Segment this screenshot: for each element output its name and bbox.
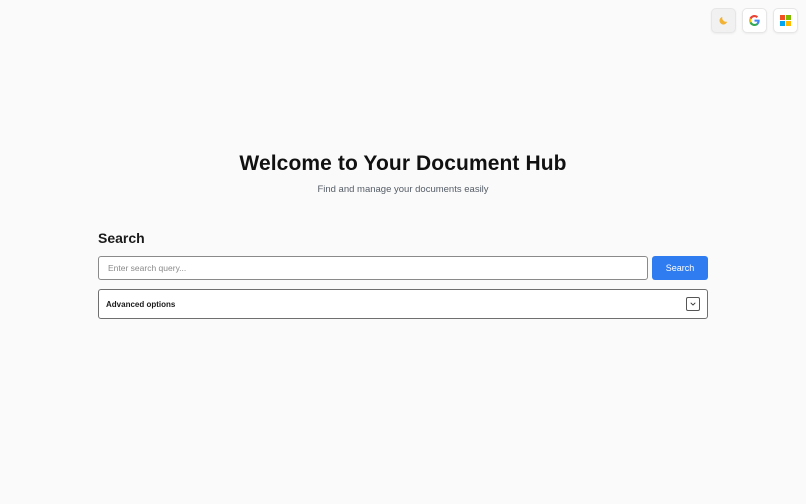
search-input[interactable]	[98, 256, 648, 280]
advanced-options-label: Advanced options	[106, 299, 176, 309]
google-icon	[749, 15, 760, 26]
microsoft-signin-button[interactable]	[773, 8, 798, 33]
page: Welcome to Your Document Hub Find and ma…	[0, 0, 806, 504]
page-subtitle: Find and manage your documents easily	[317, 184, 489, 195]
search-button[interactable]: Search	[652, 256, 708, 280]
page-title: Welcome to Your Document Hub	[239, 152, 567, 175]
theme-toggle-button[interactable]	[711, 8, 736, 33]
moon-icon	[718, 15, 729, 26]
search-row: Search	[98, 256, 708, 280]
microsoft-icon	[780, 15, 791, 26]
search-heading: Search	[98, 230, 145, 246]
top-actions	[711, 8, 798, 33]
search-section: Search Search Advanced options	[98, 230, 708, 319]
hero: Welcome to Your Document Hub Find and ma…	[0, 152, 806, 195]
chevron-down-icon[interactable]	[686, 297, 700, 311]
google-signin-button[interactable]	[742, 8, 767, 33]
advanced-options-toggle[interactable]: Advanced options	[98, 289, 708, 319]
